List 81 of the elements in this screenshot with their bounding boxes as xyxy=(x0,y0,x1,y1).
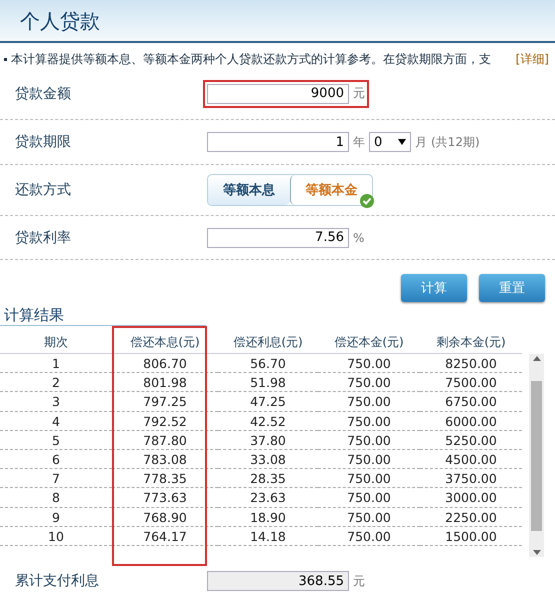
column-header: 剩余本金(元) xyxy=(420,332,522,354)
scroll-up-icon[interactable] xyxy=(532,356,540,361)
total-interest-field[interactable]: 368.55 xyxy=(207,571,349,591)
table-cell: 750.00 xyxy=(318,354,420,374)
section-title: 计算结果 xyxy=(0,306,206,326)
table-cell: 750.00 xyxy=(318,469,420,488)
table-cell: 5 xyxy=(0,430,112,450)
rate-input[interactable]: 7.56 xyxy=(207,228,349,248)
field-label: 贷款期限 xyxy=(15,133,72,151)
scrollbar[interactable] xyxy=(529,354,544,557)
table-cell: 37.80 xyxy=(218,430,318,450)
table-cell: 28.35 xyxy=(218,469,318,488)
intro-text: 本计算器提供等额本息、等额本金两种个人贷款还款方式的计算参考。在贷款期限方面，支 xyxy=(11,51,492,68)
table-cell: 750.00 xyxy=(318,392,420,412)
method-tab[interactable]: 等额本息 xyxy=(208,175,290,205)
table-cell: 1 xyxy=(0,354,112,374)
table-cell: 750.00 xyxy=(318,430,420,450)
table-cell: 4 xyxy=(0,412,112,431)
table-cell: 14.18 xyxy=(218,526,318,546)
field-label: 贷款利率 xyxy=(15,228,72,246)
field-label: 还款方式 xyxy=(15,181,72,199)
table-cell: 18.90 xyxy=(218,508,318,527)
table-cell: 783.08 xyxy=(112,450,218,470)
table-cell: 56.70 xyxy=(218,354,318,374)
table-cell: 3000.00 xyxy=(420,488,522,508)
table-cell: 2 xyxy=(0,373,112,392)
table-cell: 801.98 xyxy=(112,373,218,392)
table-cell: 2250.00 xyxy=(420,508,522,527)
caret-icon xyxy=(398,139,406,145)
table-cell: 778.35 xyxy=(112,469,218,488)
amount-input[interactable]: 9000 xyxy=(207,84,349,104)
unit-label: 元 xyxy=(353,572,365,590)
table-cell: 9 xyxy=(0,508,112,527)
table-cell: 787.80 xyxy=(112,430,218,450)
unit-label: 月 xyxy=(415,134,427,150)
table-cell: 792.52 xyxy=(112,412,218,431)
table-cell: 764.17 xyxy=(112,526,218,546)
table-cell: 750.00 xyxy=(318,373,420,392)
table-cell: 750.00 xyxy=(318,450,420,470)
table-cell: 33.08 xyxy=(218,450,318,470)
column-header: 偿还本息(元) xyxy=(112,332,218,354)
details-link[interactable]: [详细] xyxy=(516,51,549,68)
total-label: 累计支付利息 xyxy=(15,572,100,590)
table-cell: 7500.00 xyxy=(420,373,522,392)
column-header: 偿还本金(元) xyxy=(318,332,420,354)
years-input[interactable]: 1 xyxy=(207,132,349,152)
page-title: 个人贷款 xyxy=(20,8,100,35)
table-cell: 47.25 xyxy=(218,392,318,412)
table-cell: 8250.00 xyxy=(420,354,522,374)
check-icon xyxy=(360,194,374,208)
table-cell: 750.00 xyxy=(318,488,420,508)
table-cell: 8 xyxy=(0,488,112,508)
table-cell: 6750.00 xyxy=(420,392,522,412)
table-cell: 7 xyxy=(0,469,112,488)
table-cell: 23.63 xyxy=(218,488,318,508)
table-cell: 750.00 xyxy=(318,526,420,546)
scroll-down-icon[interactable] xyxy=(532,550,540,555)
periods-text: (共12期) xyxy=(431,134,480,150)
field-label: 贷款金额 xyxy=(15,84,72,102)
table-cell: 6 xyxy=(0,450,112,470)
table-cell: 42.52 xyxy=(218,412,318,431)
months-dropdown[interactable]: 0 xyxy=(369,132,411,152)
table-cell: 797.25 xyxy=(112,392,218,412)
table-cell: 5250.00 xyxy=(420,430,522,450)
table-cell: 768.90 xyxy=(112,508,218,527)
table-cell: 3 xyxy=(0,392,112,412)
unit-label: 元 xyxy=(353,85,365,102)
table-cell: 750.00 xyxy=(318,508,420,527)
table-cell: 4500.00 xyxy=(420,450,522,470)
table-cell: 3750.00 xyxy=(420,469,522,488)
table-cell: 773.63 xyxy=(112,488,218,508)
unit-label: 年 xyxy=(353,134,365,150)
table-cell: 10 xyxy=(0,526,112,546)
table-cell: 750.00 xyxy=(318,412,420,431)
table-cell: 1500.00 xyxy=(420,526,522,546)
unit-label: % xyxy=(353,230,364,244)
column-header: 偿还利息(元) xyxy=(218,332,318,354)
table-cell: 806.70 xyxy=(112,354,218,374)
table-cell: 51.98 xyxy=(218,373,318,392)
table-cell: 6000.00 xyxy=(420,412,522,431)
column-header: 期次 xyxy=(0,332,112,354)
